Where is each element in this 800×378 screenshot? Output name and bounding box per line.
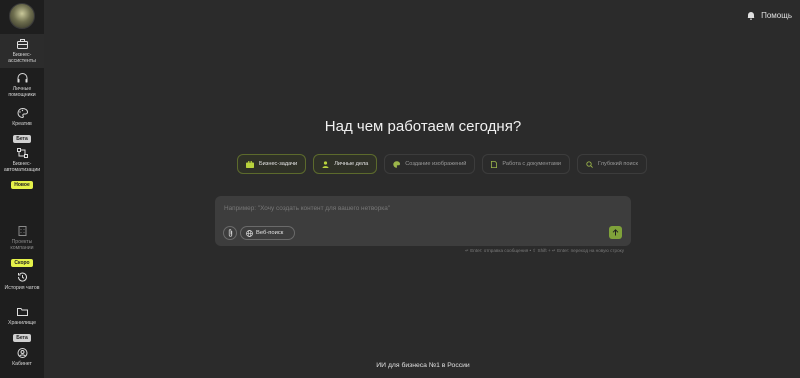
sidebar-item-storage[interactable]: Хранилище Бета <box>0 307 44 344</box>
sidebar-item-label: Бизнес-автоматизации <box>3 161 41 173</box>
sidebar-item-label: История чатов <box>4 285 40 291</box>
building-icon <box>18 226 26 236</box>
person-icon <box>322 160 329 168</box>
page-title: Над чем работаем сегодня? <box>324 118 522 135</box>
sidebar-item-label: Проекты компании <box>10 239 34 251</box>
footer-tagline: ИИ для бизнеса №1 в России <box>376 362 470 369</box>
paperclip-icon <box>228 229 232 237</box>
web-search-label: Веб-поиск <box>256 230 284 236</box>
sidebar-item-label: Бизнес-ассистенты <box>8 52 36 64</box>
sidebar: Бизнес-ассистенты Личные помощники Креат… <box>0 0 44 378</box>
chip-label: Создание изображений <box>405 161 467 167</box>
chip-label: Личные дела <box>334 161 369 167</box>
sidebar-item-company-projects[interactable]: Проекты компании Скоро <box>0 226 44 269</box>
globe-icon <box>246 229 253 237</box>
beta-badge: Бета <box>13 135 31 143</box>
document-icon <box>491 160 498 168</box>
web-search-toggle[interactable]: Веб-поиск <box>240 226 295 240</box>
flow-icon <box>16 148 28 158</box>
mode-chips: Бизнес-задачи Личные дела Создание изобр… <box>237 154 647 174</box>
chip-business-tasks[interactable]: Бизнес-задачи <box>237 154 307 174</box>
arrow-up-icon <box>612 229 619 236</box>
sidebar-item-business-automations[interactable]: Бизнес-автоматизации Новое <box>0 148 44 191</box>
sidebar-item-label: Креатив <box>12 121 32 127</box>
keyboard-hint: ↵ Enter: отправка сообщения • ⇧ Shift + … <box>465 248 624 253</box>
chip-deep-search[interactable]: Глубокий поиск <box>577 154 647 174</box>
sidebar-item-label: Кабинет <box>12 361 32 367</box>
prompt-input-box[interactable]: Например: "Хочу создать контент для ваше… <box>215 196 631 246</box>
send-button[interactable] <box>609 226 622 239</box>
sidebar-item-chat-history[interactable]: История чатов <box>0 272 44 291</box>
attach-button[interactable] <box>223 226 237 240</box>
sidebar-item-creative[interactable]: Креатив Бета <box>0 108 44 145</box>
chip-label: Глубокий поиск <box>598 161 638 167</box>
help-button[interactable]: Помощь <box>747 11 792 20</box>
history-icon <box>17 272 27 282</box>
chip-image-creation[interactable]: Создание изображений <box>384 154 476 174</box>
sidebar-item-label: Хранилище <box>7 320 36 326</box>
help-label: Помощь <box>761 11 792 20</box>
chip-label: Бизнес-задачи <box>259 161 298 167</box>
avatar[interactable] <box>9 3 35 29</box>
search-icon <box>586 160 593 168</box>
sidebar-item-personal-helpers[interactable]: Личные помощники <box>0 73 44 98</box>
palette-icon <box>17 108 28 118</box>
briefcase-icon <box>246 160 254 168</box>
folder-icon <box>16 308 28 316</box>
beta-badge: Бета <box>13 334 31 342</box>
sidebar-item-cabinet[interactable]: Кабинет <box>0 348 44 367</box>
bell-icon <box>747 12 755 20</box>
chip-label: Работа с документами <box>502 161 561 167</box>
chip-documents[interactable]: Работа с документами <box>482 154 570 174</box>
briefcase-icon <box>16 39 28 49</box>
headphones-icon <box>17 73 27 83</box>
prompt-input[interactable]: Например: "Хочу создать контент для ваше… <box>224 205 390 212</box>
palette-icon <box>393 160 401 168</box>
sidebar-item-business-assistants[interactable]: Бизнес-ассистенты <box>0 34 44 68</box>
chip-personal-affairs[interactable]: Личные дела <box>313 154 378 174</box>
soon-badge: Скоро <box>11 259 33 267</box>
user-circle-icon <box>17 348 27 358</box>
sidebar-item-label: Личные помощники <box>8 86 36 98</box>
new-badge: Новое <box>11 181 33 189</box>
